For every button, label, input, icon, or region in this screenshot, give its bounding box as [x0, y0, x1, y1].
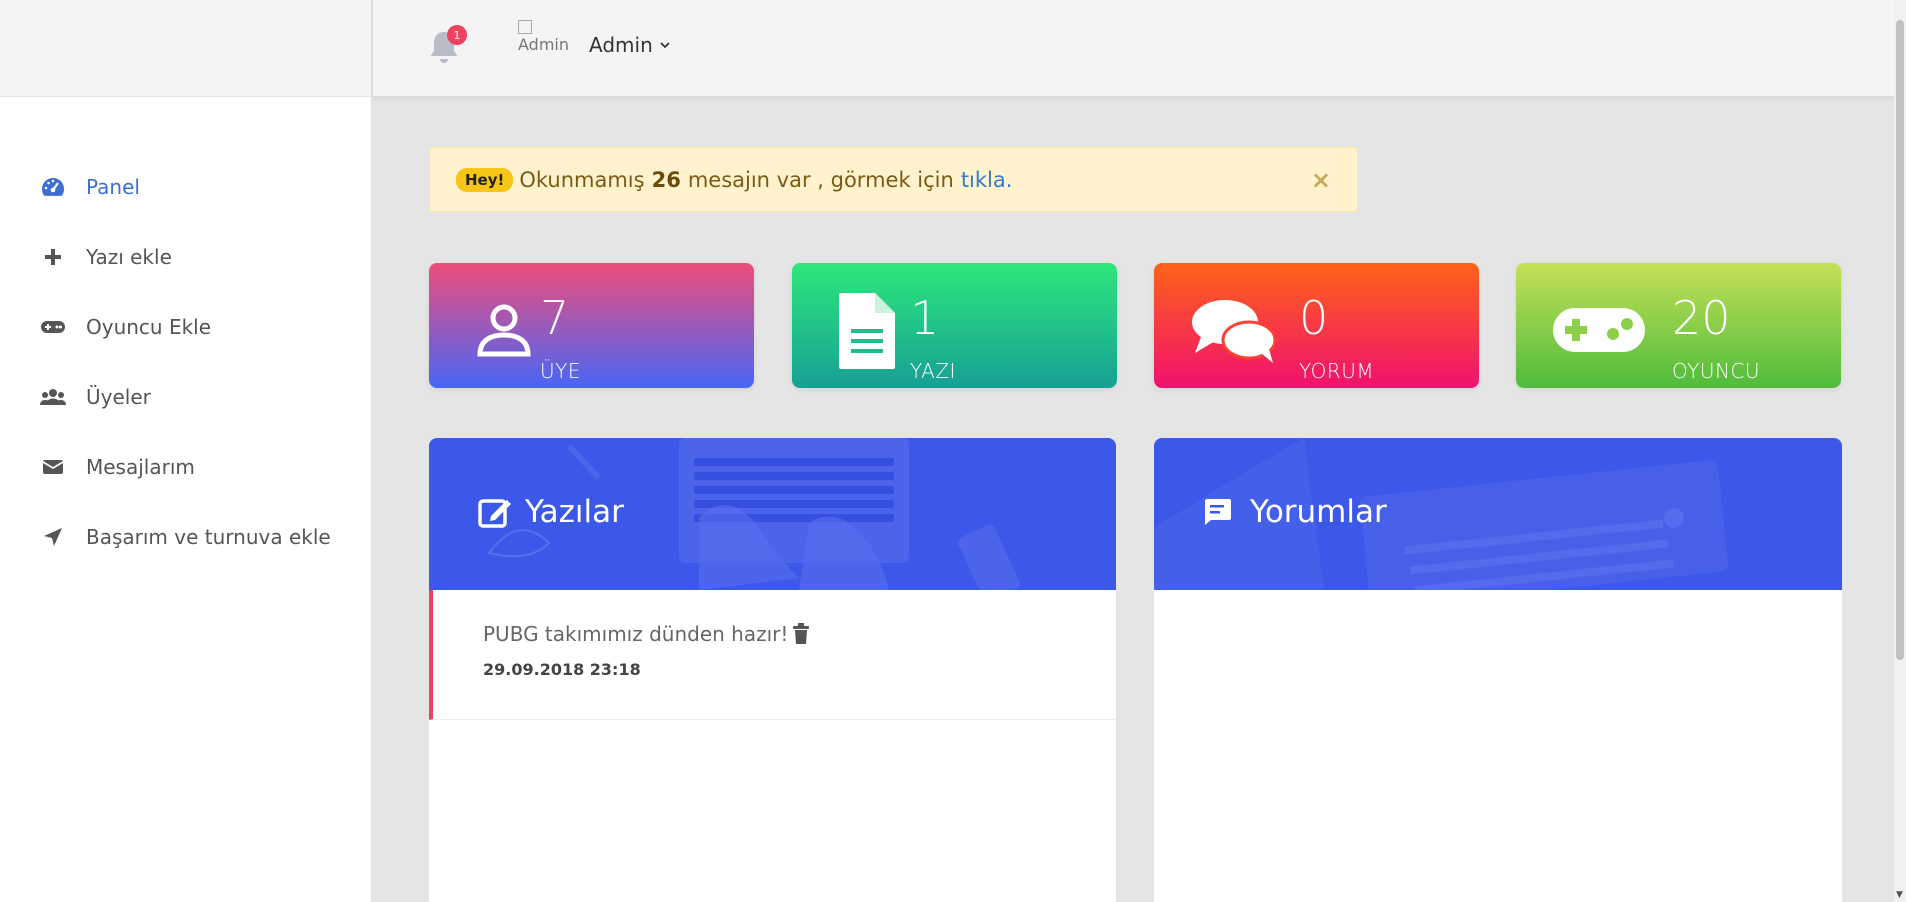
- sidebar-item-uyeler[interactable]: Üyeler: [0, 362, 371, 432]
- stat-value: 7: [540, 291, 570, 345]
- scrollbar-thumb[interactable]: [1896, 20, 1904, 660]
- stat-card-posts[interactable]: 1 YAZI: [792, 263, 1117, 388]
- post-date: 29.09.2018 23:18: [483, 660, 641, 679]
- comments-panel: Yorumlar: [1154, 438, 1842, 902]
- user-icon: [464, 295, 544, 365]
- sidebar-item-oyuncu-ekle[interactable]: Oyuncu Ekle: [0, 292, 371, 362]
- sidebar-item-label: Yazı ekle: [86, 245, 172, 269]
- broken-image-icon: [518, 20, 532, 34]
- user-menu-button[interactable]: Admin: [589, 33, 671, 57]
- sidebar-item-panel[interactable]: Panel: [0, 152, 371, 222]
- users-icon: [40, 384, 66, 410]
- edit-icon: [477, 494, 513, 530]
- comments-panel-title: Yorumlar: [1250, 494, 1387, 530]
- sidebar-nav: Panel Yazı ekle Oyuncu Ekle Üyeler Mesaj…: [0, 97, 371, 572]
- stat-card-comments[interactable]: 0 YORUM: [1154, 263, 1479, 388]
- close-icon[interactable]: ×: [1311, 166, 1331, 194]
- sidebar-item-label: Mesajlarım: [86, 455, 195, 479]
- gamepad-icon: [1551, 295, 1647, 365]
- sidebar-item-label: Başarım ve turnuva ekle: [86, 525, 331, 549]
- alert-text-before: Okunmamış: [519, 167, 645, 192]
- alert-link[interactable]: tıkla.: [961, 168, 1013, 192]
- sidebar-item-yazi-ekle[interactable]: Yazı ekle: [0, 222, 371, 292]
- stat-label: YORUM: [1299, 359, 1375, 383]
- gamepad-icon: [40, 314, 66, 340]
- list-item: PUBG takımımız dünden hazır! 29.09.2018 …: [429, 590, 1116, 720]
- stat-value: 1: [910, 291, 940, 345]
- sidebar-item-basarim[interactable]: Başarım ve turnuva ekle: [0, 502, 371, 572]
- page-scrollbar[interactable]: ▼: [1894, 0, 1906, 902]
- posts-panel-title: Yazılar: [525, 494, 624, 530]
- comment-icon: [1202, 494, 1238, 530]
- sidebar-item-mesajlarim[interactable]: Mesajlarım: [0, 432, 371, 502]
- comments-panel-title-wrap: Yorumlar: [1202, 494, 1387, 530]
- posts-panel: Yazılar PUBG takımımız dünden hazır! 29.…: [429, 438, 1116, 902]
- alert-badge: Hey!: [456, 167, 514, 192]
- user-name: Admin: [589, 33, 653, 57]
- unread-messages-alert: Hey! Okunmamış 26 mesajın var , görmek i…: [429, 147, 1358, 212]
- sidebar-item-label: Üyeler: [86, 385, 151, 409]
- stat-label: ÜYE: [540, 359, 581, 383]
- top-header: 1 Admin Admin: [373, 0, 1894, 97]
- sidebar: Panel Yazı ekle Oyuncu Ekle Üyeler Mesaj…: [0, 0, 372, 902]
- alert-text-after: mesajın var , görmek için: [687, 167, 954, 192]
- post-title[interactable]: PUBG takımımız dünden hazır!: [483, 622, 788, 646]
- avatar-alt-text: Admin: [518, 35, 569, 54]
- sidebar-item-label: Panel: [86, 175, 140, 199]
- plus-icon: [40, 244, 66, 270]
- notification-badge: 1: [447, 25, 467, 45]
- avatar[interactable]: Admin: [518, 20, 576, 68]
- stat-value: 20: [1672, 291, 1731, 345]
- envelope-icon: [40, 454, 66, 480]
- post-title-row: PUBG takımımız dünden hazır!: [483, 622, 1116, 646]
- paper-plane-icon: [40, 524, 66, 550]
- posts-panel-header: Yazılar: [429, 438, 1116, 590]
- comments-icon: [1189, 295, 1279, 365]
- scroll-down-arrow-icon[interactable]: ▼: [1896, 890, 1903, 900]
- unread-count: 26: [651, 167, 681, 192]
- sidebar-brand-area: [0, 0, 371, 97]
- stat-value: 0: [1299, 291, 1329, 345]
- stat-card-players[interactable]: 20 OYUNCU: [1516, 263, 1841, 388]
- stat-label: YAZI: [910, 359, 956, 383]
- comments-panel-header: Yorumlar: [1154, 438, 1842, 590]
- file-icon: [827, 293, 907, 369]
- sidebar-item-label: Oyuncu Ekle: [86, 315, 212, 339]
- dashboard-icon: [40, 174, 66, 200]
- stat-label: OYUNCU: [1672, 359, 1761, 383]
- stat-card-members[interactable]: 7 ÜYE: [429, 263, 754, 388]
- posts-panel-title-wrap: Yazılar: [477, 494, 624, 530]
- chevron-down-icon: [660, 42, 670, 49]
- trash-icon[interactable]: [792, 623, 810, 645]
